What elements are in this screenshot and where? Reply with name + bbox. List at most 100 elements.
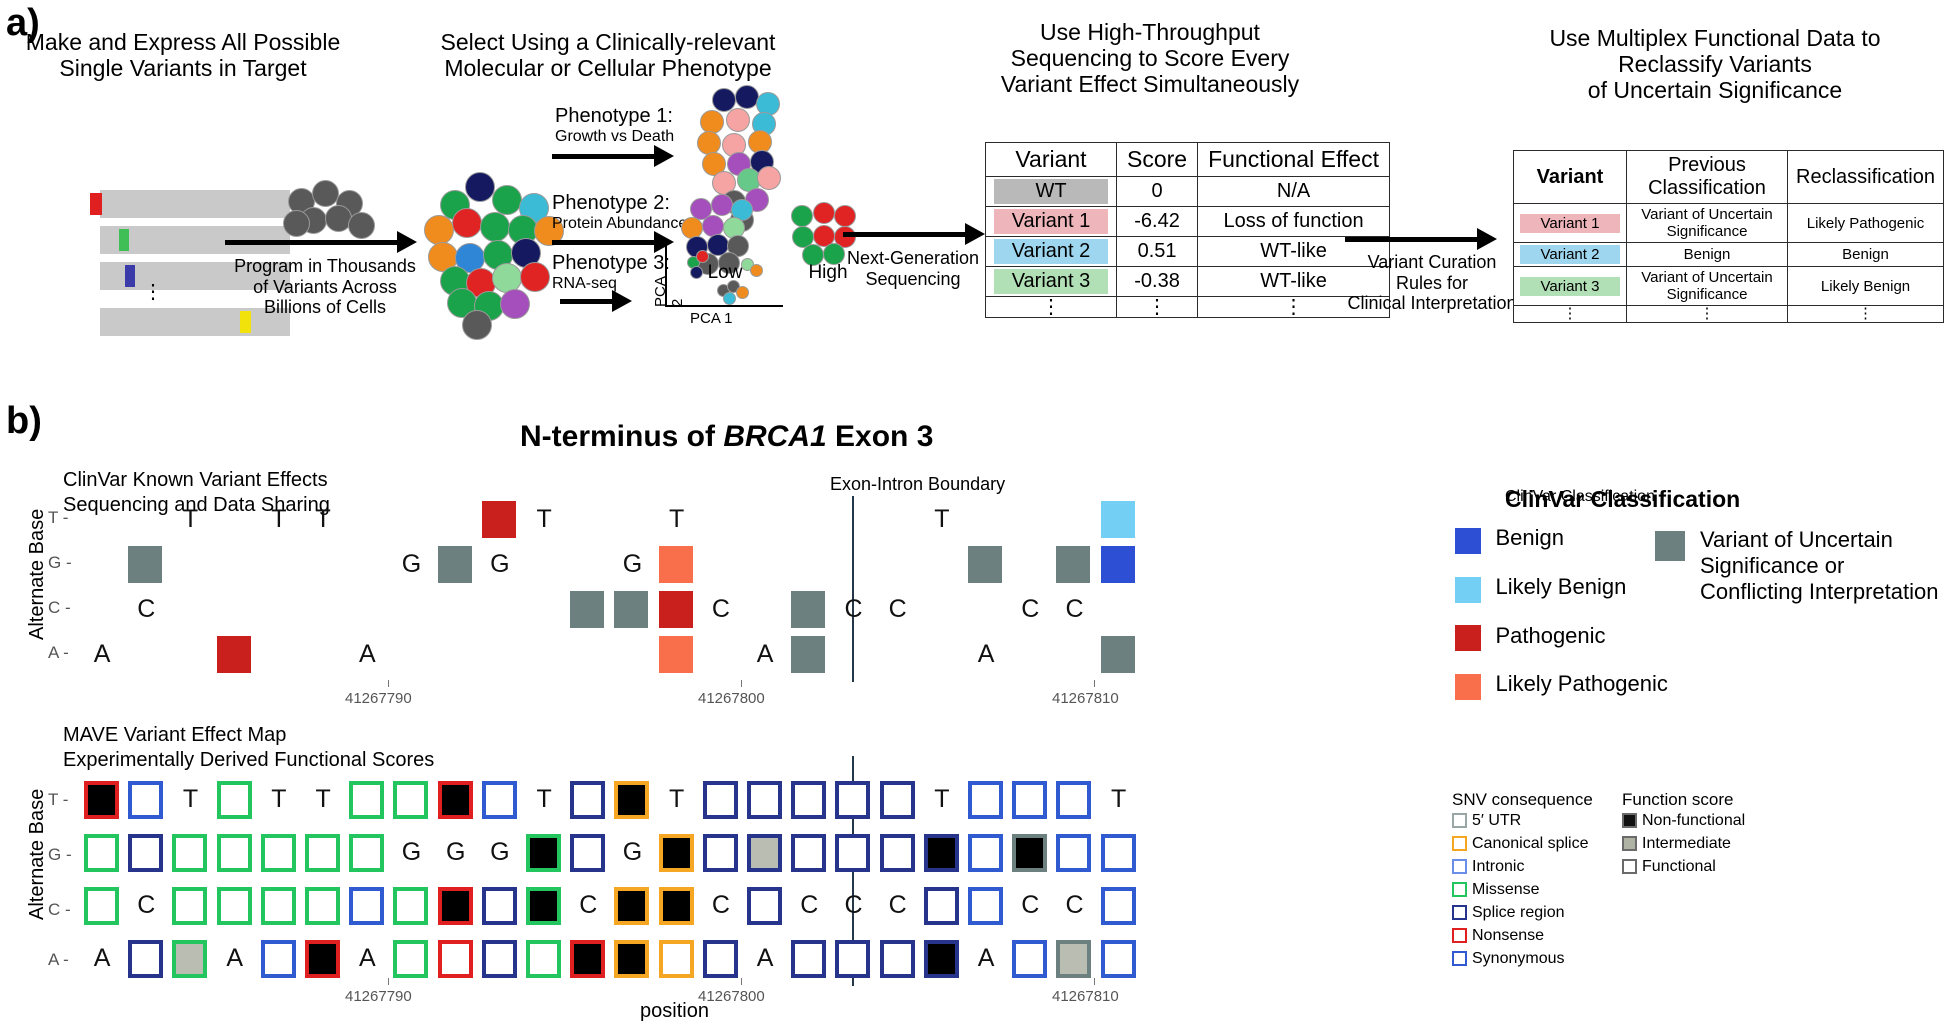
- function-score-title: Function score: [1622, 790, 1734, 809]
- arrow-next-gen-caption: Next-Generation Sequencing: [846, 248, 980, 289]
- clinvar-cell-g: [1100, 546, 1135, 583]
- mave-cell-g: [349, 834, 385, 873]
- function-score-legend: Non-functional Intermediate Functional: [1622, 812, 1745, 881]
- function-score-legend-item: Non-functional: [1622, 812, 1745, 830]
- mave-cell-g: [923, 834, 959, 873]
- clinvar-ref-base: A: [93, 640, 111, 668]
- clinvar-cell-g: [437, 546, 472, 583]
- effect-cell: Loss of function: [1197, 206, 1390, 237]
- mave-cell-a: [1056, 940, 1092, 979]
- mave-ref-base: A: [93, 944, 111, 973]
- mave-cell-c: [216, 887, 252, 926]
- mave-cell-g: [84, 834, 119, 873]
- mave-cell-t: [84, 781, 119, 819]
- likely-benign-swatch: [1455, 576, 1481, 603]
- label: Nonsense: [1472, 927, 1545, 944]
- mave-cell-g: [702, 834, 738, 873]
- label: Canonical splice: [1472, 835, 1589, 852]
- mave-cell-c: [305, 887, 340, 926]
- mave-cell-c: [393, 887, 429, 926]
- clinvar-cell-g: [128, 546, 163, 583]
- mave-ref-base: T: [182, 785, 199, 813]
- variant-chip: Variant 2: [994, 239, 1108, 264]
- swatch: [1452, 928, 1467, 944]
- label: Missense: [1472, 881, 1540, 898]
- mave-cell-c: [1100, 887, 1136, 926]
- score-cell: 0: [1115, 176, 1199, 207]
- reclass-cell: Likely Benign: [1787, 266, 1944, 306]
- label: Intronic: [1472, 858, 1525, 875]
- mave-pos-tick-3: 41267810: [1052, 988, 1119, 1005]
- mave-ref-base: A: [226, 944, 244, 973]
- mave-cell-a: [835, 940, 871, 979]
- variant-chip: Variant 2: [1520, 245, 1620, 264]
- clinvar-ref-base: A: [756, 640, 774, 668]
- reclass-cell: Likely Pathogenic: [1787, 203, 1944, 243]
- mave-cell-a: [1012, 940, 1048, 979]
- table-row: WT 0 N/A: [985, 176, 1390, 207]
- tick-mark: [741, 978, 742, 985]
- mave-cell-t: [747, 781, 782, 819]
- clinvar-pos-tick-1: 41267790: [345, 690, 412, 707]
- swatch: [1622, 859, 1637, 875]
- pca-x-axis-label: PCA 1: [690, 310, 733, 327]
- mave-ref-base: C: [888, 891, 907, 920]
- swatch: [1622, 836, 1637, 852]
- mave-cell-t: [481, 781, 517, 819]
- mave-cell-a: [260, 940, 296, 979]
- swatch: [1452, 859, 1467, 875]
- table-row: Variant 2 Benign Benign: [1513, 242, 1944, 267]
- clinvar-ref-base: G: [622, 550, 643, 578]
- arrow-phenotype-1: [552, 145, 682, 167]
- function-score-legend-item: Functional: [1622, 858, 1745, 876]
- label: 5′ UTR: [1472, 812, 1522, 829]
- snv-legend-item: Intronic: [1452, 858, 1589, 876]
- mave-cell-g: [747, 834, 782, 873]
- clinvar-cell-t: [481, 501, 516, 538]
- column-title-2: Select Using a Clinically-relevant Molec…: [440, 29, 776, 81]
- snv-consequence-title: SNV consequence: [1452, 790, 1593, 809]
- clinvar-cell-c: [791, 591, 826, 628]
- clinvar-ref-base: C: [1065, 595, 1084, 623]
- snv-legend-item: Synonymous: [1452, 950, 1589, 968]
- mave-row-label-T: T -: [48, 790, 69, 809]
- previous-cell: Variant of Uncertain Significance: [1625, 203, 1789, 243]
- tick-mark: [741, 680, 742, 687]
- mave-cell-c: [658, 887, 694, 926]
- mave-cell-c: [968, 887, 1003, 926]
- mave-cell-a: [437, 940, 473, 979]
- clinvar-ref-base: G: [401, 550, 422, 578]
- mave-cell-c: [923, 887, 959, 926]
- mave-cell-g: [216, 834, 252, 873]
- table-row: Variant 1 -6.42 Loss of function: [985, 206, 1390, 237]
- arrow-phenotype-2: [552, 231, 682, 253]
- mave-ref-base: C: [137, 891, 156, 920]
- clinvar-cell-g: [1056, 546, 1091, 583]
- clinvar-ref-base: T: [271, 505, 287, 533]
- clinvar-cell-c: [658, 591, 693, 628]
- mave-cell-g: [570, 834, 606, 873]
- panel-b-label: b): [6, 400, 42, 442]
- variant-mark-red: [90, 193, 102, 215]
- mave-cell-g: [791, 834, 827, 873]
- mave-row-label-G: G -: [48, 845, 72, 864]
- tick-mark: [1094, 978, 1095, 985]
- mave-ref-base: C: [1021, 891, 1040, 920]
- score-cell: -0.38: [1115, 266, 1199, 297]
- legend-item-pathogenic: Pathogenic: [1455, 623, 1745, 652]
- clinvar-row-label-A: A -: [48, 643, 69, 662]
- mave-ref-base: A: [358, 944, 376, 973]
- column-title-1: Make and Express All Possible Single Var…: [25, 29, 341, 81]
- mave-cell-c: [747, 887, 782, 926]
- clinvar-pos-tick-3: 41267810: [1052, 690, 1119, 707]
- score-cell: -6.42: [1115, 206, 1199, 237]
- mave-cell-c: [172, 887, 208, 926]
- clinvar-pos-tick-2: 41267800: [698, 690, 765, 707]
- pathogenic-swatch: [1455, 625, 1481, 652]
- mave-ref-base: C: [711, 891, 730, 920]
- col-header-variant: Variant: [985, 142, 1117, 177]
- snv-consequence-legend: 5′ UTR Canonical splice Intronic Missense Sp…: [1452, 812, 1589, 973]
- snv-legend-item: Nonsense: [1452, 927, 1589, 945]
- ellipsis-cell: ⋮: [1787, 305, 1944, 323]
- table-row-ellipsis: ⋮ ⋮ ⋮: [1513, 305, 1944, 323]
